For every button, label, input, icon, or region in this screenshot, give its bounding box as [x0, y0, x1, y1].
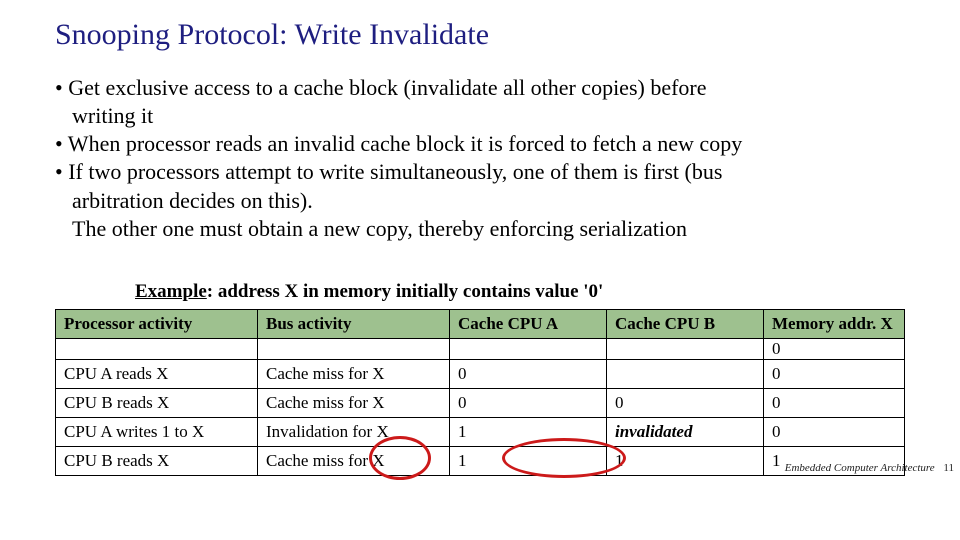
bullet-1-line1: • Get exclusive access to a cache block … [55, 74, 905, 102]
cell: CPU B reads X [56, 388, 258, 417]
cell: CPU B reads X [56, 446, 258, 475]
table-row: CPU A reads X Cache miss for X 0 0 [56, 359, 905, 388]
cell: CPU A writes 1 to X [56, 417, 258, 446]
col-cache-cpu-b: Cache CPU B [607, 309, 764, 338]
cell: 0 [764, 359, 905, 388]
table-row: 0 [56, 338, 905, 359]
cell: 1 [607, 446, 764, 475]
col-bus-activity: Bus activity [258, 309, 450, 338]
col-processor-activity: Processor activity [56, 309, 258, 338]
table-row: CPU B reads X Cache miss for X 1 1 1 [56, 446, 905, 475]
cell: Invalidation for X [258, 417, 450, 446]
cell: 0 [450, 388, 607, 417]
example-caption: Example: address X in memory initially c… [135, 281, 905, 303]
bullet-1-line2: writing it [55, 102, 905, 130]
example-caption-underlined: Example [135, 281, 207, 302]
cell: 1 [450, 446, 607, 475]
slide-body: Snooping Protocol: Write Invalidate • Ge… [0, 0, 960, 476]
bullet-3-line2: arbitration decides on this). [55, 187, 905, 215]
slide-footer: Embedded Computer Architecture 11 [785, 462, 954, 474]
cell: 0 [764, 417, 905, 446]
cache-table: Processor activity Bus activity Cache CP… [55, 309, 905, 476]
col-cache-cpu-a: Cache CPU A [450, 309, 607, 338]
cell: Cache miss for X [258, 446, 450, 475]
cell [607, 338, 764, 359]
cell: 0 [607, 388, 764, 417]
cell [607, 359, 764, 388]
bullet-2: • When processor reads an invalid cache … [55, 130, 905, 158]
footer-text: Embedded Computer Architecture [785, 462, 935, 474]
cell: 0 [764, 388, 905, 417]
page-number: 11 [943, 462, 954, 474]
cell: 0 [764, 338, 905, 359]
cell [56, 338, 258, 359]
bullet-list: • Get exclusive access to a cache block … [55, 74, 905, 243]
cell: Cache miss for X [258, 359, 450, 388]
cell: 0 [450, 359, 607, 388]
cell-invalidated: invalidated [607, 417, 764, 446]
slide-title: Snooping Protocol: Write Invalidate [55, 18, 905, 52]
table-row: CPU A writes 1 to X Invalidation for X 1… [56, 417, 905, 446]
col-memory-addr-x: Memory addr. X [764, 309, 905, 338]
table-header-row: Processor activity Bus activity Cache CP… [56, 309, 905, 338]
cell [450, 338, 607, 359]
cell [258, 338, 450, 359]
cell: Cache miss for X [258, 388, 450, 417]
example-caption-rest: : address X in memory initially contains… [207, 281, 604, 302]
bullet-3-line3: The other one must obtain a new copy, th… [55, 215, 905, 243]
slide-root: Snooping Protocol: Write Invalidate • Ge… [0, 0, 960, 476]
cell: CPU A reads X [56, 359, 258, 388]
cell: 1 [450, 417, 607, 446]
bullet-3-line1: • If two processors attempt to write sim… [55, 158, 905, 186]
table-row: CPU B reads X Cache miss for X 0 0 0 [56, 388, 905, 417]
